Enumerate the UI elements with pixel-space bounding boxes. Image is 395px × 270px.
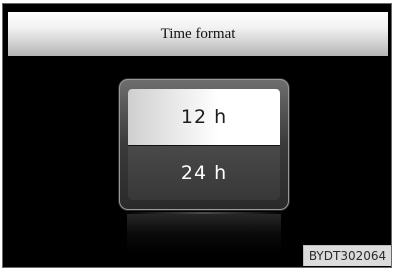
screen-frame: Time format 12 h 24 h <box>2 3 392 268</box>
panel-reflection <box>127 214 281 254</box>
option-24h-label: 24 h <box>180 162 228 184</box>
options-list: 12 h 24 h <box>128 89 280 200</box>
option-24h-button[interactable]: 24 h <box>128 146 280 200</box>
time-format-options-panel: 12 h 24 h <box>119 79 289 210</box>
page-title: Time format <box>160 25 236 42</box>
option-12h-button[interactable]: 12 h <box>128 89 280 145</box>
image-code-label: BYDT302064 <box>303 245 391 266</box>
option-12h-label: 12 h <box>180 106 228 128</box>
header-bar: Time format <box>8 12 388 56</box>
